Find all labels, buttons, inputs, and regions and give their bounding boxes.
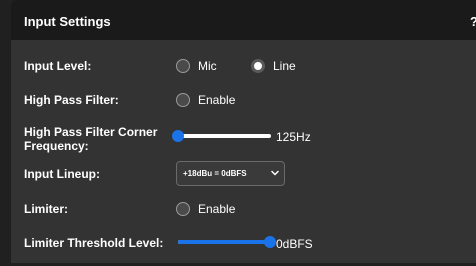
limiter-threshold-value: 0dBFS: [276, 237, 313, 251]
panel-header: Input Settings ?: [11, 0, 476, 40]
help-icon[interactable]: ?: [470, 14, 476, 29]
limiter-threshold-slider[interactable]: [178, 235, 276, 249]
high-pass-filter-enable-radio[interactable]: [176, 93, 190, 107]
limiter-enable-radio[interactable]: [176, 202, 190, 216]
input-level-label: Input Level:: [24, 59, 92, 73]
input-level-line-radio[interactable]: [251, 59, 265, 73]
hpf-slider-track: [178, 134, 271, 138]
input-level-line-label[interactable]: Line: [273, 59, 296, 73]
input-settings-panel: Input Settings ? Input Level: Mic Line H…: [11, 0, 476, 263]
hpf-corner-frequency-value: 125Hz: [276, 130, 311, 144]
chevron-down-icon: [271, 170, 279, 176]
hpf-corner-frequency-label: High Pass Filter Corner Frequency:: [24, 125, 158, 153]
high-pass-filter-label: High Pass Filter:: [24, 93, 119, 107]
app-frame: Input Settings ? Input Level: Mic Line H…: [0, 0, 476, 266]
limiter-slider-fill: [178, 240, 270, 244]
limiter-label: Limiter:: [24, 202, 69, 216]
high-pass-filter-enable-label[interactable]: Enable: [198, 93, 235, 107]
input-lineup-label: Input Lineup:: [24, 167, 100, 181]
input-lineup-selected-value: +18dBu = 0dBFS: [183, 169, 247, 178]
hpf-corner-frequency-slider[interactable]: [172, 129, 271, 143]
input-lineup-select[interactable]: +18dBu = 0dBFS: [176, 161, 285, 186]
limiter-enable-label[interactable]: Enable: [198, 202, 235, 216]
limiter-threshold-label: Limiter Threshold Level:: [24, 236, 164, 250]
input-level-mic-label[interactable]: Mic: [198, 59, 217, 73]
hpf-slider-thumb[interactable]: [172, 130, 184, 142]
input-level-mic-radio[interactable]: [176, 59, 190, 73]
limiter-slider-thumb[interactable]: [264, 236, 276, 248]
panel-title: Input Settings: [24, 14, 111, 29]
